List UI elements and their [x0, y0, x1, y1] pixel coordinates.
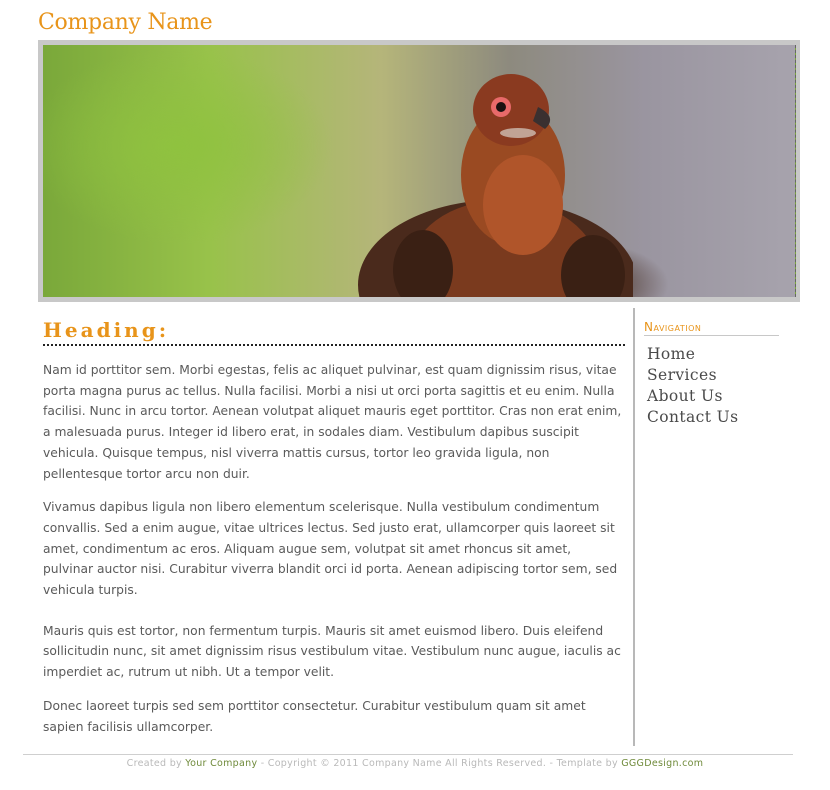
banner-image — [43, 45, 796, 297]
footer-divider — [23, 754, 793, 755]
main-content: Heading: Nam id porttitor sem. Morbi ege… — [43, 318, 625, 737]
navigation-list: Home Services About Us Contact Us — [647, 344, 739, 428]
banner-frame — [38, 40, 800, 302]
body-paragraph: Mauris quis est tortor, non fermentum tu… — [43, 623, 621, 680]
company-name: Company Name — [38, 10, 213, 35]
grouse-icon — [358, 74, 633, 297]
nav-item-contact-us[interactable]: Contact Us — [647, 407, 739, 428]
nav-item-home[interactable]: Home — [647, 344, 739, 365]
body-paragraph: Donec laoreet turpis sed sem porttitor c… — [43, 698, 586, 734]
footer-template-link[interactable]: GGGDesign.com — [621, 758, 703, 769]
footer-copyright: - Copyright © 2011 Company Name All Righ… — [260, 758, 618, 769]
nav-item-about-us[interactable]: About Us — [647, 386, 739, 407]
footer-created-by: Created by — [126, 758, 182, 769]
body-paragraph: Nam id porttitor sem. Morbi egestas, fel… — [43, 363, 622, 481]
page-heading: Heading: — [43, 318, 625, 346]
footer-company-link[interactable]: Your Company — [185, 758, 257, 769]
footer: Created by Your Company - Copyright © 20… — [0, 758, 830, 769]
navigation-title: Navigation — [644, 320, 779, 336]
sidebar: Navigation Home Services About Us Contac… — [633, 308, 781, 746]
nav-item-services[interactable]: Services — [647, 365, 739, 386]
body-paragraph: Vivamus dapibus ligula non libero elemen… — [43, 500, 618, 598]
